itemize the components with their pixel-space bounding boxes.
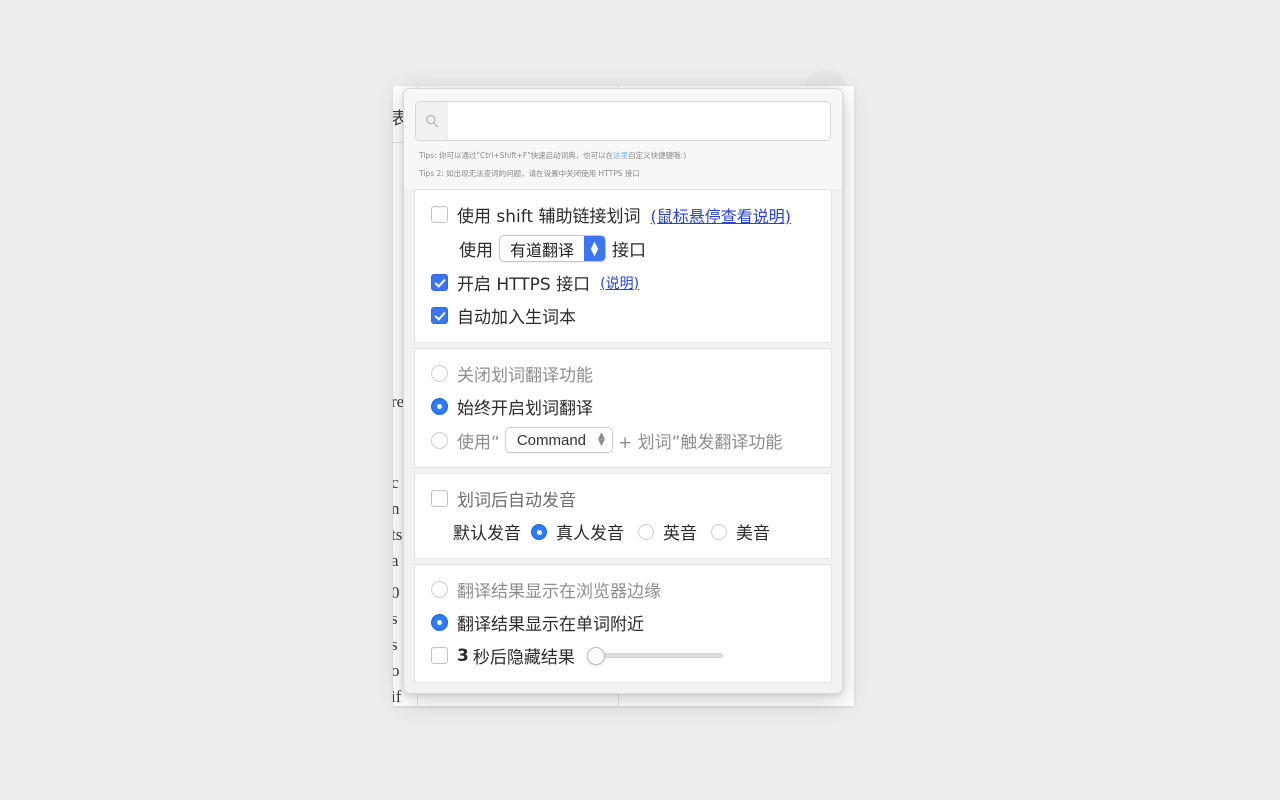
trigger-modifier-suffix: + 划词”触发翻译功能 xyxy=(617,432,783,453)
row-auto-hide[interactable]: 3 秒后隐藏结果 xyxy=(415,639,831,672)
extension-popup: Tips: 你可以通过"Ctrl+Shift+F"快速启动词典，也可以在这里自定… xyxy=(403,88,843,694)
https-checkbox[interactable] xyxy=(431,274,448,292)
background-text-fragment: 0 xyxy=(393,583,400,602)
api-prefix-label: 使用 xyxy=(459,241,493,262)
https-label: 开启 HTTPS 接口 xyxy=(457,275,591,296)
pronounce-us-radio[interactable] xyxy=(711,523,727,540)
chevron-updown-icon: ▲ ▼ xyxy=(584,236,606,262)
row-trigger-always[interactable]: 始终开启划词翻译 xyxy=(415,390,831,423)
display-edge-radio[interactable] xyxy=(431,581,448,599)
pronounce-option-human[interactable]: 真人发音 xyxy=(531,519,624,544)
auto-pronounce-label: 划词后自动发音 xyxy=(457,491,576,512)
pronounce-us-label: 美音 xyxy=(736,524,770,545)
trigger-off-radio[interactable] xyxy=(431,365,448,383)
pronounce-human-radio[interactable] xyxy=(531,523,547,540)
api-select-value: 有道翻译 xyxy=(510,240,575,260)
pronounce-option-uk[interactable]: 英音 xyxy=(638,519,697,544)
display-near-label: 翻译结果显示在单词附近 xyxy=(457,615,644,636)
tip-line-1: Tips: 你可以通过"Ctrl+Shift+F"快速启动词典，也可以在这里自定… xyxy=(419,151,831,161)
modifier-key-value: Command xyxy=(516,431,587,449)
auto-hide-slider[interactable] xyxy=(586,646,723,665)
tip-line-2: Tips 2: 如出现无法查词的问题，请在设置中关闭使用 HTTPS 接口 xyxy=(419,169,640,179)
row-auto-pronounce[interactable]: 划词后自动发音 xyxy=(415,482,831,515)
row-display-near[interactable]: 翻译结果显示在单词附近 xyxy=(415,606,831,639)
background-text-fragment: s xyxy=(393,635,398,654)
chevron-updown-icon: ▲ ▼ xyxy=(598,431,605,449)
trigger-modifier-prefix: 使用“ xyxy=(457,432,500,453)
wordbook-checkbox[interactable] xyxy=(431,307,448,325)
wordbook-label: 自动加入生词本 xyxy=(457,308,576,329)
background-text-fragment: n xyxy=(393,499,400,518)
search-input[interactable] xyxy=(448,102,830,140)
auto-hide-seconds: 3 xyxy=(457,645,469,666)
row-pronounce-options[interactable]: 默认发音 真人发音 英音 美音 xyxy=(415,515,831,548)
shift-link-label: 使用 shift 辅助链接划词 xyxy=(457,207,641,228)
trigger-off-label: 关闭划词翻译功能 xyxy=(457,366,593,387)
background-text-fragment: c xyxy=(393,473,399,492)
slider-thumb[interactable] xyxy=(586,646,605,665)
tip-1-suffix: 自定义快捷键哦:) xyxy=(628,151,687,160)
section-pronunciation: 划词后自动发音 默认发音 真人发音 英音 美音 xyxy=(414,473,832,560)
auto-pronounce-checkbox[interactable] xyxy=(431,490,448,508)
background-text-fragment: o xyxy=(393,661,400,680)
pronounce-uk-label: 英音 xyxy=(663,524,697,545)
section-trigger-mode: 关闭划词翻译功能 始终开启划词翻译 使用“ Command ▲ ▼ + 划词”触… xyxy=(414,348,832,469)
shift-link-hint-link[interactable]: (鼠标悬停查看说明) xyxy=(651,203,792,227)
row-trigger-off[interactable]: 关闭划词翻译功能 xyxy=(415,357,831,390)
pronounce-option-us[interactable]: 美音 xyxy=(711,519,770,544)
shift-link-checkbox[interactable] xyxy=(431,206,448,224)
row-trigger-modifier[interactable]: 使用“ Command ▲ ▼ + 划词”触发翻译功能 xyxy=(415,423,831,457)
pronounce-uk-radio[interactable] xyxy=(638,523,654,540)
https-hint-link[interactable]: (说明) xyxy=(600,273,639,293)
trigger-modifier-radio[interactable] xyxy=(431,431,448,449)
pronounce-human-label: 真人发音 xyxy=(556,524,624,545)
row-shift-link[interactable]: 使用 shift 辅助链接划词 (鼠标悬停查看说明) xyxy=(415,198,831,231)
row-display-edge[interactable]: 翻译结果显示在浏览器边缘 xyxy=(415,573,831,606)
section-result-display: 翻译结果显示在浏览器边缘 翻译结果显示在单词附近 3 秒后隐藏结果 xyxy=(414,564,832,684)
display-edge-label: 翻译结果显示在浏览器边缘 xyxy=(457,582,661,603)
row-api-select[interactable]: 使用 有道翻译 ▲ ▼ 接口 xyxy=(415,231,831,266)
search-box[interactable] xyxy=(415,101,831,141)
tips-block: Tips: 你可以通过"Ctrl+Shift+F"快速启动词典，也可以在这里自定… xyxy=(415,151,831,179)
display-near-radio[interactable] xyxy=(431,614,448,632)
screen: 表 re c n ts a 0 s s o if Tips: 你可以通过"Ctr… xyxy=(0,0,1280,800)
shortcut-settings-link[interactable]: 这里 xyxy=(613,151,628,160)
modifier-key-select[interactable]: Command ▲ ▼ xyxy=(504,427,613,454)
auto-hide-checkbox[interactable] xyxy=(431,647,448,665)
popup-header: Tips: 你可以通过"Ctrl+Shift+F"快速启动词典，也可以在这里自定… xyxy=(404,89,842,190)
background-text-fragment: s xyxy=(393,609,398,628)
background-text-fragment: if xyxy=(393,687,402,706)
popup-body: 使用 shift 辅助链接划词 (鼠标悬停查看说明) 使用 有道翻译 ▲ ▼ 接口 xyxy=(404,189,842,693)
background-text-fragment: ts xyxy=(393,525,403,544)
background-text-fragment: a xyxy=(393,551,399,570)
search-icon xyxy=(416,102,448,140)
auto-hide-label: 秒后隐藏结果 xyxy=(472,648,575,669)
trigger-always-label: 始终开启划词翻译 xyxy=(457,399,593,420)
tip-1-text: Tips: 你可以通过"Ctrl+Shift+F"快速启动词典，也可以在 xyxy=(419,151,614,160)
row-wordbook[interactable]: 自动加入生词本 xyxy=(415,299,831,332)
api-suffix-label: 接口 xyxy=(612,241,647,262)
trigger-always-radio[interactable] xyxy=(431,398,448,416)
section-general: 使用 shift 辅助链接划词 (鼠标悬停查看说明) 使用 有道翻译 ▲ ▼ 接口 xyxy=(414,189,832,344)
slider-track xyxy=(586,653,723,659)
row-https[interactable]: 开启 HTTPS 接口 (说明) xyxy=(415,266,831,299)
default-pronunciation-label: 默认发音 xyxy=(453,524,521,545)
api-select[interactable]: 有道翻译 ▲ ▼ xyxy=(499,235,607,263)
